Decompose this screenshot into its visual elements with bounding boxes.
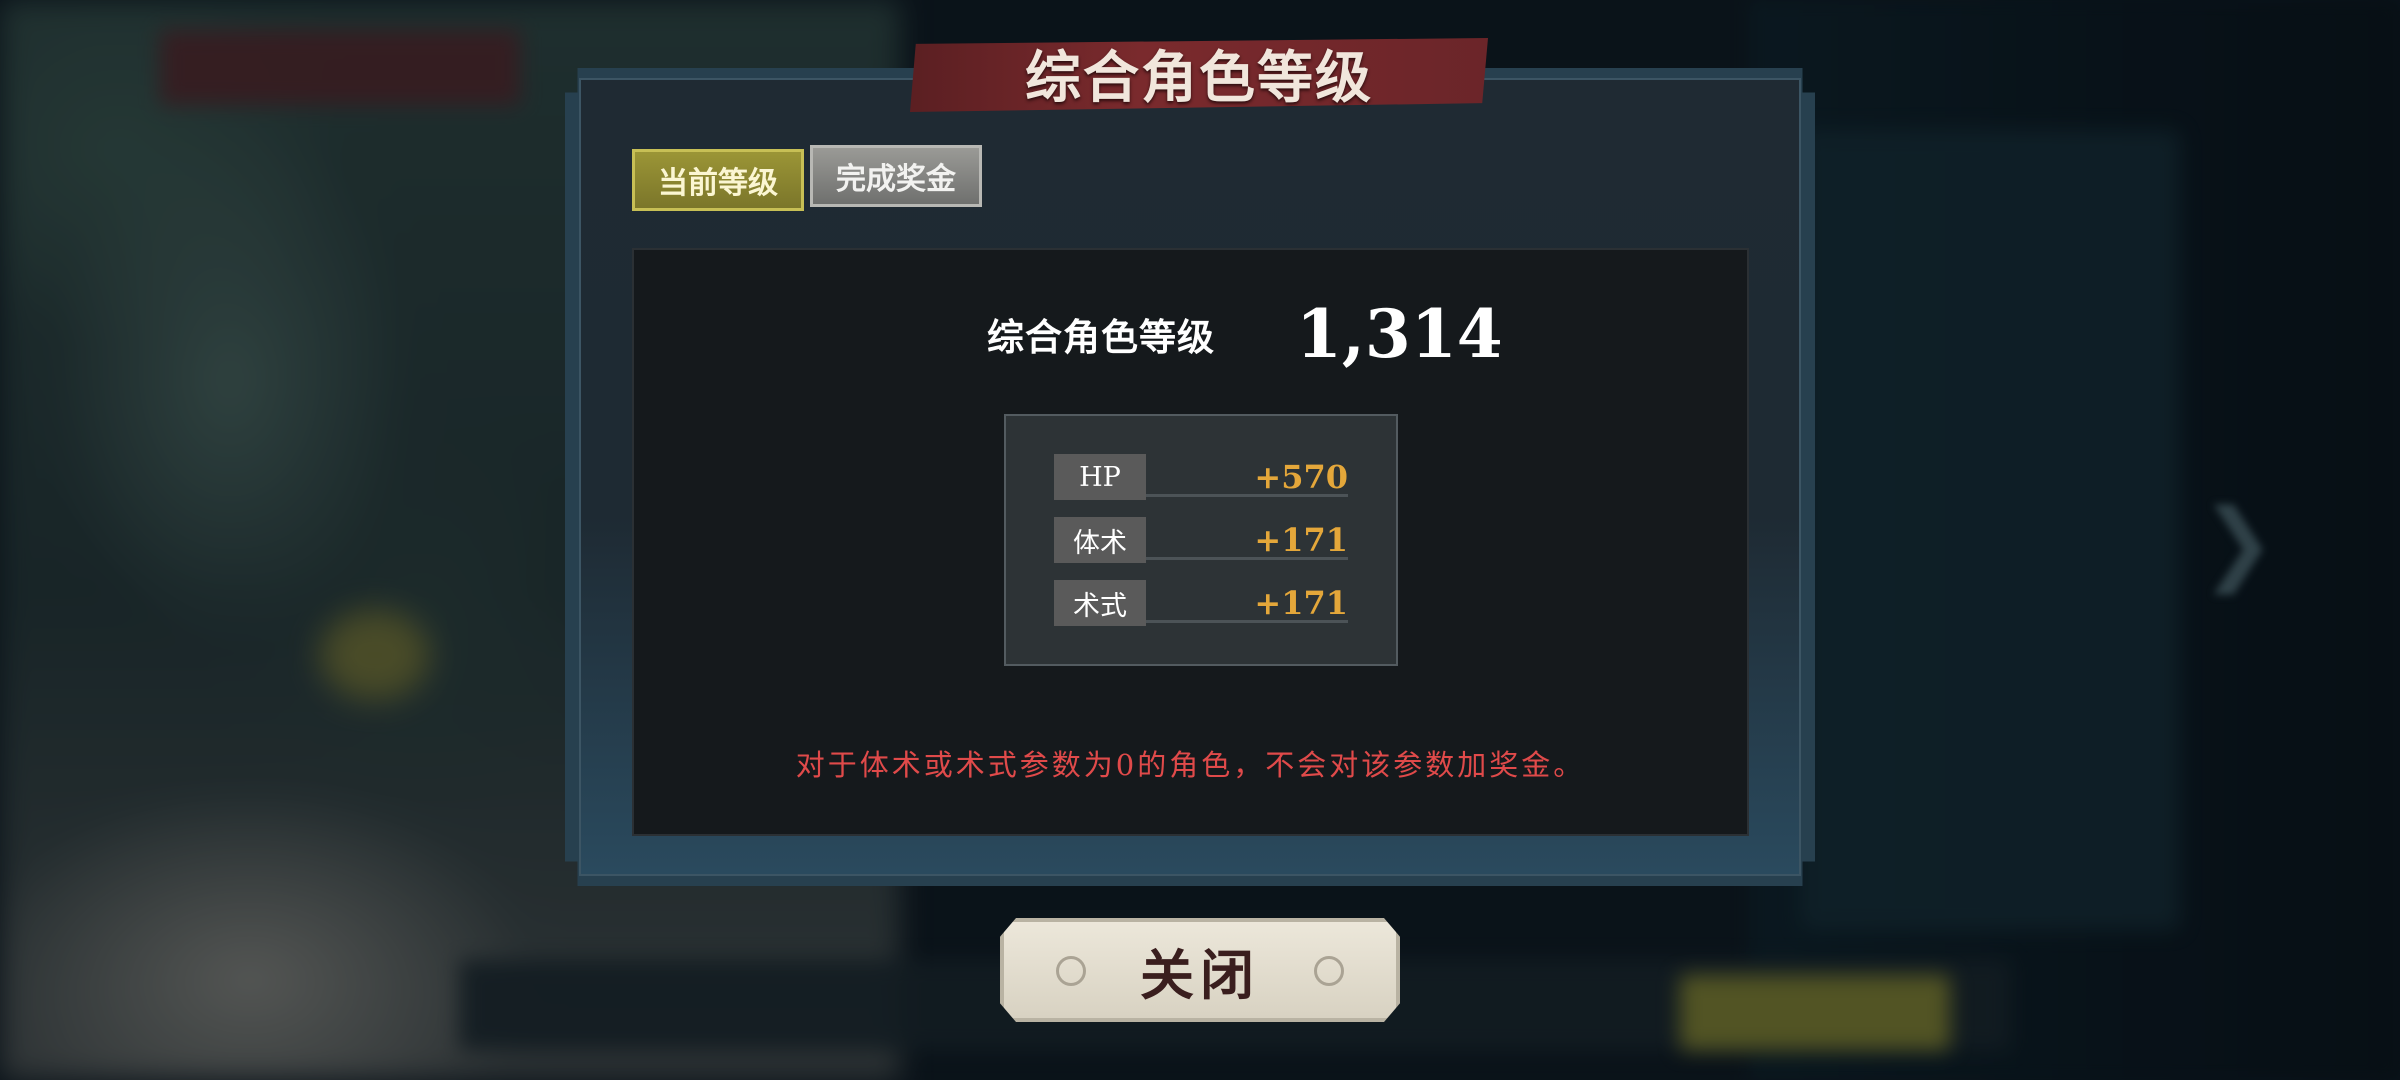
content-panel: 综合角色等级 1,314 HP +570 体术 +171 术式 +171 对于体… [632,248,1749,836]
level-row: 综合角色等级 1,314 [634,295,1747,373]
tab-completion-bonus[interactable]: 完成奖金 [810,145,982,207]
stat-value: +171 [1254,584,1348,622]
tab-bar: 当前等级 完成奖金 [632,145,982,211]
tab-current-level[interactable]: 当前等级 [632,149,804,211]
stat-value: +171 [1254,521,1348,559]
stats-box: HP +570 体术 +171 术式 +171 [1004,414,1398,666]
stat-name: 术式 [1054,580,1146,626]
dialog-title: 综合角色等级 [1025,44,1373,111]
level-value: 1,314 [1296,295,1503,373]
stat-name: 体术 [1054,517,1146,563]
ornament-icon [1314,956,1344,986]
stat-value: +570 [1254,458,1348,496]
stat-row-jutsu: 术式 +171 [1054,580,1348,626]
ornament-icon [1056,956,1086,986]
stat-name: HP [1054,454,1146,500]
close-button-label: 关闭 [1140,942,1260,1007]
character-level-dialog: 综合角色等级 当前等级 完成奖金 综合角色等级 1,314 HP +570 体术… [565,38,1815,886]
level-label: 综合角色等级 [987,315,1215,359]
close-button[interactable]: 关闭 [1000,918,1400,1022]
bonus-notice: 对于体术或术式参数为0的角色，不会对该参数加奖金。 [795,748,1586,782]
stat-row-taijutsu: 体术 +171 [1054,517,1348,563]
stat-row-hp: HP +570 [1054,454,1348,500]
